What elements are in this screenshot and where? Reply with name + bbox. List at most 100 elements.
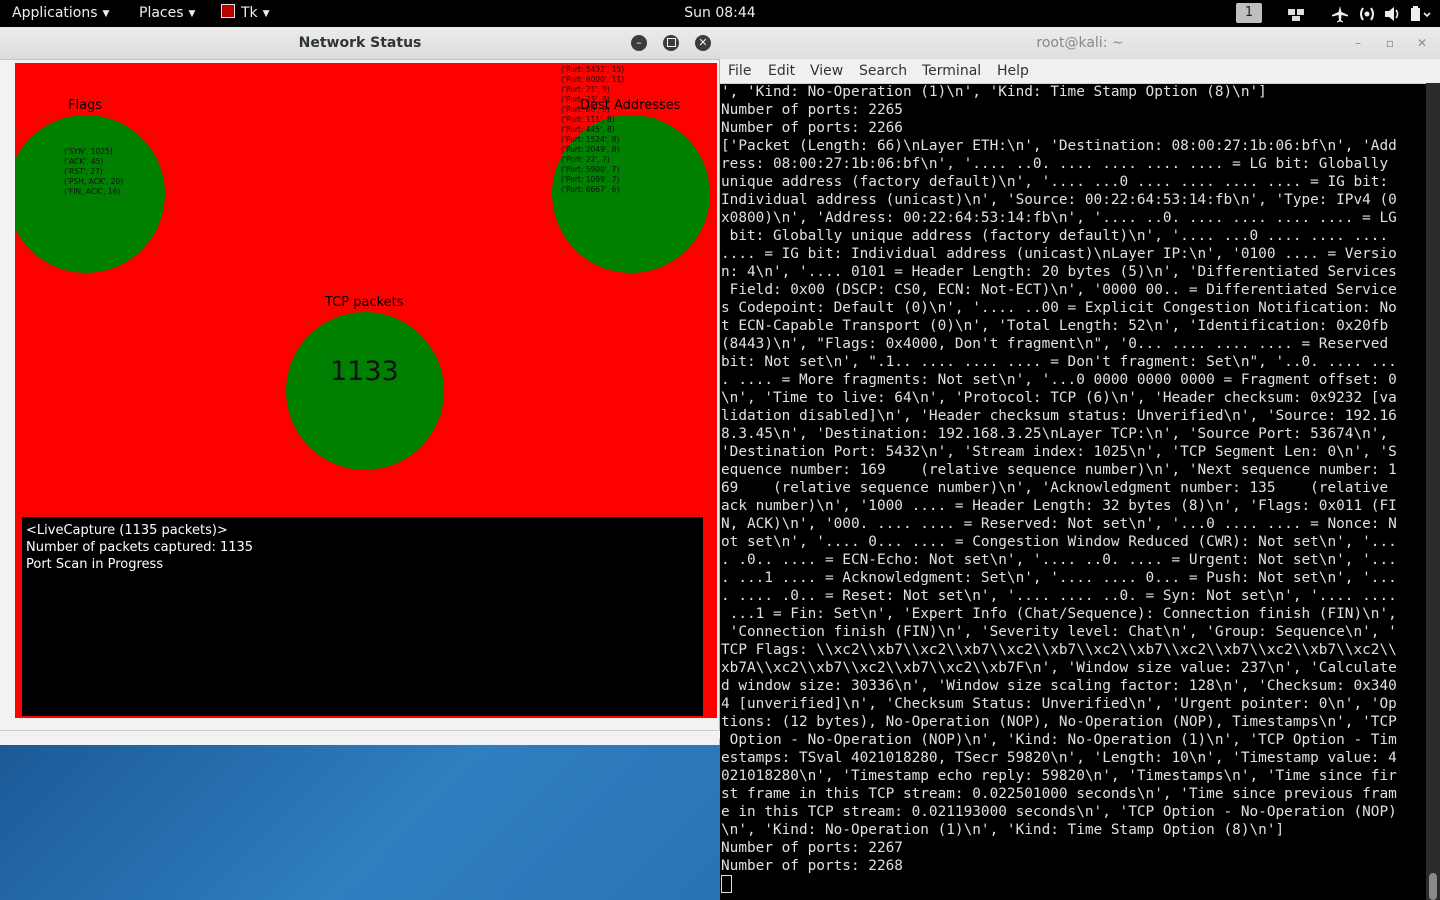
capture-log-line: Port Scan in Progress [26, 557, 164, 572]
menu-terminal[interactable]: Terminal [922, 59, 981, 83]
terminal-line: equence number: 169 (relative sequence n… [721, 462, 1397, 478]
close-button[interactable]: ✕ [695, 35, 711, 51]
dest-port-entry: ('Port: 5900', 7) [561, 165, 620, 174]
dest-port-entry: ('Port: 445', 8) [561, 125, 615, 134]
terminal-line: tions: (12 bytes), No-Operation (NOP), N… [721, 714, 1397, 730]
flags-list: ('SYN', 1025) ('ACK', 45) ('RST', 27) ('PSH… [64, 147, 123, 197]
terminal-line: unique address (factory default)\n', '..… [721, 174, 1389, 190]
menu-view[interactable]: View [810, 59, 843, 83]
tcp-packets-count: 1133 [330, 356, 399, 387]
dest-port-entry: ('Port: 1524', 8) [561, 135, 620, 144]
menu-help[interactable]: Help [997, 59, 1029, 83]
scrollbar-thumb[interactable] [1429, 873, 1437, 900]
tcp-packets-circle [286, 312, 444, 470]
terminal-line: . .... = More fragments: Not set\n', '..… [721, 372, 1397, 388]
network-icon[interactable] [1357, 4, 1377, 24]
terminal-line: . .0.. .... = ECN-Echo: Not set\n', '...… [721, 552, 1397, 568]
terminal-line: 021018280\n', 'Timestamp echo reply: 598… [721, 768, 1397, 784]
terminal-line: 'Destination Port: 5432\n', 'Stream inde… [721, 444, 1397, 460]
terminal-line: Option - No-Operation (NOP)\n', 'Kind: N… [721, 732, 1397, 748]
terminal-titlebar[interactable]: root@kali: ~ – ▫ ✕ [720, 27, 1440, 60]
terminal-line: Number of ports: 2268 [721, 858, 903, 874]
power-menu-icon[interactable] [1409, 4, 1433, 24]
terminal-line: e in this TCP stream: 0.021193000 second… [721, 804, 1397, 820]
dest-port-entry: ('Port: 1099', 7) [561, 175, 620, 184]
clock[interactable]: Sun 08:44 [0, 0, 1440, 27]
desktop-background [0, 745, 720, 900]
terminal-line: N, ACK)\n', '000. .... .... = Reserved: … [721, 516, 1397, 532]
terminal-line: \n', 'Time to live: 64\n', 'Protocol: TC… [721, 390, 1397, 406]
terminal-line: lidation disabled]\n', 'Header checksum … [721, 408, 1397, 424]
flag-entry: ('PSH, ACK', 20) [64, 177, 124, 186]
terminal-line: . ...1 .... = Acknowledgment: Set\n', '.… [721, 570, 1397, 586]
terminal-line: ', 'Kind: No-Operation (1)\n', 'Kind: Ti… [721, 84, 1267, 100]
workspace-indicator[interactable]: 1 [1236, 3, 1262, 23]
terminal-line: bit: Globally unique address (factory de… [721, 228, 1389, 244]
capture-log-line: Number of packets captured: 1135 [26, 540, 254, 555]
flag-entry: ('RST', 27) [64, 167, 103, 176]
menu-search[interactable]: Search [859, 59, 907, 83]
minimize-button[interactable]: – [631, 35, 647, 51]
menu-file[interactable]: File [728, 59, 751, 83]
terminal-line: TCP Flags: \\xc2\\xb7\\xc2\\xb7\\xc2\\xb… [721, 642, 1397, 658]
dest-addresses-label: Dest Addresses [580, 98, 681, 113]
terminal-minimize-button[interactable]: – [1351, 36, 1365, 50]
flag-entry: ('FIN, ACK', 16) [64, 187, 121, 196]
maximize-icon: ▫ [1385, 36, 1395, 50]
top-panel: Applications ▼ Places ▼ Tk ▼ Sun 08:44 1 [0, 0, 1440, 27]
minimize-icon: – [636, 36, 642, 49]
terminal-line: s Codepoint: Default (0)\n', '.... ..00 … [721, 300, 1397, 316]
terminal-line: xb7A\\xc2\\xb7\\xc2\\xb7\\xc2\\xb7F\n', … [721, 660, 1397, 676]
volume-icon[interactable] [1382, 4, 1402, 24]
text-cursor [721, 875, 732, 893]
terminal-line: (8443)\n', "Flags: 0x4000, Don't fragmen… [721, 336, 1389, 352]
terminal-line: Individual address (unicast)\n', 'Source… [721, 192, 1397, 208]
terminal-title: root@kali: ~ [1036, 35, 1124, 51]
window-title: Network Status [298, 35, 422, 51]
terminal-line: .... = IG bit: Individual address (unica… [721, 246, 1397, 262]
workspaces-icon[interactable] [1286, 4, 1306, 24]
dest-port-entry: ('Port: 2049', 8) [561, 145, 620, 154]
terminal-line: 8.3.45\n', 'Destination: 192.168.3.25\nL… [721, 426, 1389, 442]
terminal-line: ...1 = Fin: Set\n', 'Expert Info (Chat/S… [721, 606, 1397, 622]
terminal-output[interactable]: ', 'Kind: No-Operation (1)\n', 'Kind: Ti… [720, 83, 1427, 900]
maximize-icon [666, 38, 676, 47]
terminal-line: ['Packet (Length: 66)\nLayer ETH:\n', 'D… [721, 138, 1397, 154]
terminal-line: d window size: 30336\n', 'Window size sc… [721, 678, 1397, 694]
flags-label: Flags [68, 98, 103, 113]
tcp-packets-label: TCP packets [325, 295, 404, 310]
dest-port-entry: ('Port: 6667', 6) [561, 185, 620, 194]
capture-log-line: <LiveCapture (1135 packets)> [26, 523, 228, 538]
airplane-mode-icon[interactable] [1330, 4, 1350, 24]
terminal-line: estamps: TSval 4021018280, TSecr 59820\n… [721, 750, 1397, 766]
terminal-line: 4 [unverified]\n', 'Checksum Status: Unv… [721, 696, 1397, 712]
network-status-window: Network Status – ✕ Flags ('SYN', 1025) ('… [0, 27, 720, 745]
dest-port-entry: ('Port: 21', 9) [561, 85, 610, 94]
menu-edit[interactable]: Edit [768, 59, 795, 83]
terminal-line: st frame in this TCP stream: 0.022501000… [721, 786, 1397, 802]
terminal-line: Field: 0x00 (DSCP: CS0, ECN: Not-ECT)\n'… [721, 282, 1397, 298]
terminal-line: Number of ports: 2267 [721, 840, 903, 856]
terminal-line: t ECN-Capable Transport (0)\n', 'Total L… [721, 318, 1389, 334]
terminal-line: 69 (relative sequence number)\n', 'Ackno… [721, 480, 1389, 496]
terminal-window: root@kali: ~ – ▫ ✕ File Edit View Search… [720, 27, 1440, 900]
terminal-line: bit: Not set\n', ".1.. .... .... .... = … [721, 354, 1397, 370]
window-bottom-edge [0, 730, 720, 739]
terminal-line: . .... .0.. = Reset: Not set\n', '.... .… [721, 588, 1397, 604]
terminal-scrollbar[interactable] [1426, 83, 1440, 900]
window-titlebar[interactable]: Network Status – ✕ [0, 27, 720, 60]
terminal-maximize-button[interactable]: ▫ [1383, 36, 1397, 50]
maximize-button[interactable] [663, 35, 679, 51]
terminal-line: Number of ports: 2266 [721, 120, 903, 136]
terminal-menubar: File Edit View Search Terminal Help [720, 59, 1440, 84]
terminal-line: ress: 08:00:27:1b:06:bf\n', '.... ..0. .… [721, 156, 1389, 172]
terminal-line: Number of ports: 2265 [721, 102, 903, 118]
capture-log: <LiveCapture (1135 packets)> Number of p… [22, 517, 703, 716]
dest-port-entry: ('Port: 6000', 11) [561, 75, 625, 84]
terminal-line: ot set\n', '.... 0... .... = Congestion … [721, 534, 1397, 550]
flag-entry: ('SYN', 1025) [64, 147, 113, 156]
dest-addresses-list: ('Port: 5432', 15) ('Port: 6000', 11) ('Po… [561, 65, 624, 195]
terminal-line: x0800)\n', 'Address: 00:22:64:53:14:fb\n… [721, 210, 1397, 226]
terminal-close-button[interactable]: ✕ [1415, 36, 1429, 50]
terminal-prompt [721, 875, 1427, 895]
